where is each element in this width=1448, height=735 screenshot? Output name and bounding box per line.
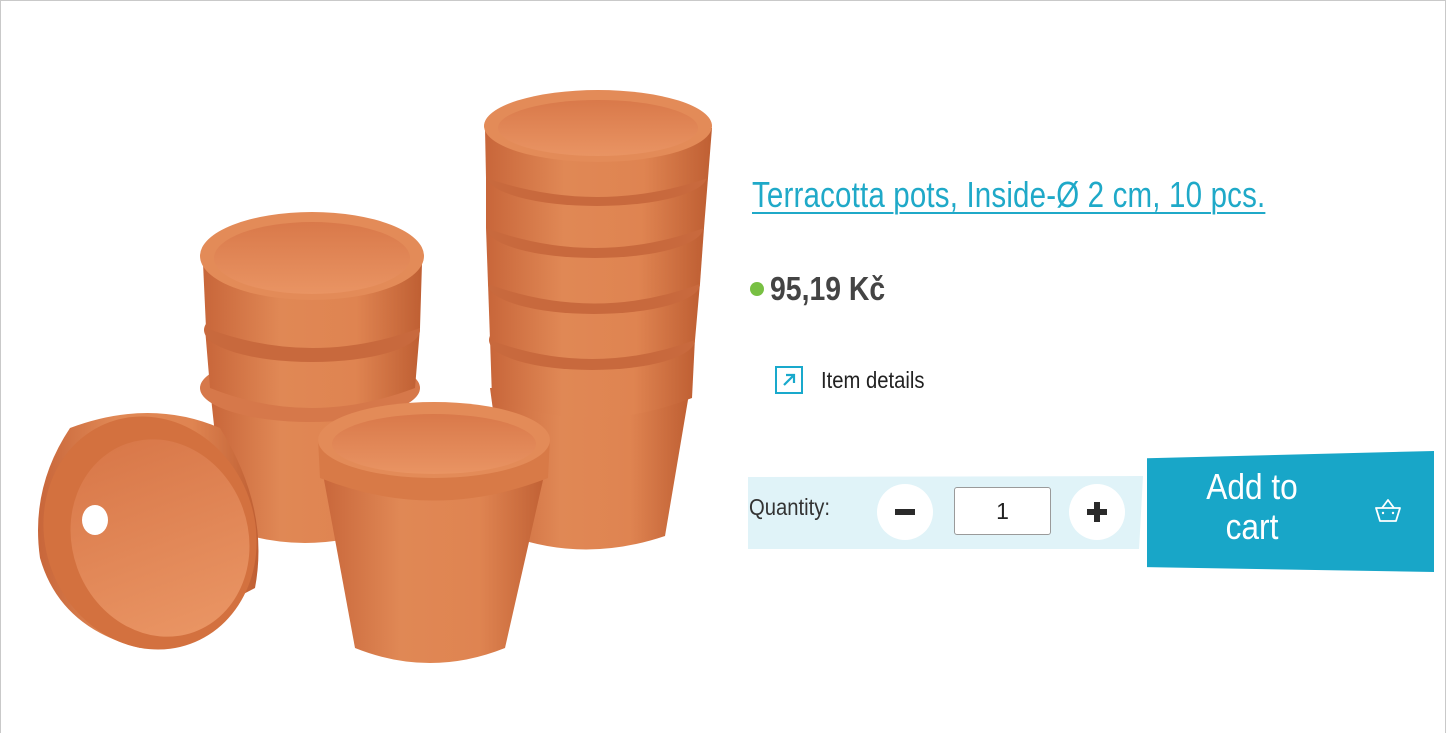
add-to-cart-label: Add to cart [1160,467,1345,547]
add-to-cart-line-2: cart [1225,506,1279,547]
availability-dot-icon [750,282,764,296]
decrease-quantity-button[interactable] [877,484,933,540]
quantity-input[interactable] [954,487,1051,535]
item-details-link[interactable]: Item details [775,366,939,394]
add-to-cart-button[interactable]: Add to cart [1147,451,1434,572]
add-to-cart-line-1: Add to [1206,466,1298,507]
minus-icon [895,509,915,515]
price-row: 95,19 Kč [750,270,904,308]
plus-icon [1087,502,1107,522]
product-image[interactable] [20,88,730,693]
increase-quantity-button[interactable] [1069,484,1125,540]
product-price: 95,19 Kč [770,270,886,307]
basket-icon [1375,499,1401,522]
external-link-arrow-icon [775,366,803,394]
terracotta-pots-image [38,90,712,663]
quantity-label: Quantity: [749,494,831,520]
item-details-label: Item details [821,366,925,393]
product-title-link[interactable]: Terracotta pots, Inside-Ø 2 cm, 10 pcs. [752,174,1265,216]
